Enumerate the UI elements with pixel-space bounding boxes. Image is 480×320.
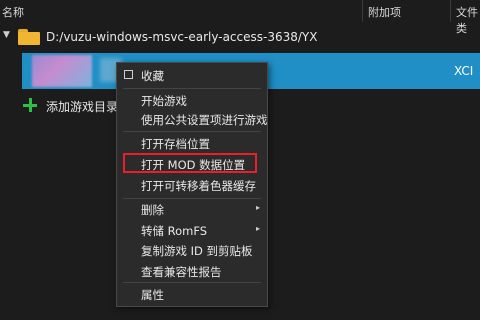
game-folder-row[interactable]: ▼ D:/vuzu-windows-msvc-early-access-3638… (0, 27, 480, 49)
menu-separator (123, 131, 261, 132)
menu-item-compatibility-report[interactable]: 查看兼容性报告 (117, 261, 267, 281)
menu-item-open-save-location[interactable]: 打开存档位置 (117, 133, 267, 153)
context-menu: 收藏 开始游戏 使用公共设置项进行游戏 打开存档位置 打开 MOD 数据位置 打… (116, 62, 268, 307)
folder-path: D:/vuzu-windows-msvc-early-access-3638/Y… (46, 30, 318, 44)
favorite-checkbox[interactable] (124, 70, 133, 79)
chevron-down-icon[interactable]: ▼ (3, 30, 10, 40)
column-divider[interactable] (362, 0, 363, 22)
menu-item-remove[interactable]: 删除 ▸ (117, 199, 267, 219)
menu-item-label: 开始游戏 (141, 94, 187, 108)
menu-separator (123, 88, 261, 89)
menu-item-label: 复制游戏 ID 到剪贴板 (141, 244, 253, 258)
menu-item-copy-title-id[interactable]: 复制游戏 ID 到剪贴板 (117, 240, 267, 260)
menu-item-label: 使用公共设置项进行游戏 (141, 113, 268, 127)
menu-item-label: 收藏 (141, 69, 164, 83)
column-divider[interactable] (450, 0, 451, 22)
menu-item-label: 打开存档位置 (141, 137, 210, 151)
add-game-directory-label: 添加游戏目录 (46, 100, 119, 114)
column-name-header[interactable]: 名称 (2, 4, 24, 20)
plus-icon (23, 98, 37, 112)
menu-item-label: 打开可转移着色器缓存 (141, 179, 256, 193)
menu-item-label: 属性 (141, 288, 164, 302)
game-thumbnail (32, 55, 92, 87)
menu-item-start-game[interactable]: 开始游戏 (117, 90, 267, 110)
column-addon-header[interactable]: 附加项 (368, 4, 401, 20)
menu-item-label: 删除 (141, 203, 164, 217)
menu-separator (123, 282, 261, 283)
menu-item-start-global-config[interactable]: 使用公共设置项进行游戏 (117, 109, 268, 129)
column-header: 名称 附加项 文件类 (0, 0, 480, 35)
file-type-label: XCI (454, 64, 474, 78)
chevron-right-icon: ▸ (256, 224, 261, 233)
menu-item-open-shader-cache[interactable]: 打开可转移着色器缓存 (117, 175, 267, 195)
folder-icon (18, 29, 40, 45)
chevron-right-icon: ▸ (256, 203, 261, 212)
highlight-box (123, 153, 257, 173)
menu-item-label: 查看兼容性报告 (141, 265, 222, 279)
menu-item-favorite[interactable]: 收藏 (117, 65, 267, 85)
menu-item-dump-romfs[interactable]: 转储 RomFS ▸ (117, 220, 267, 240)
menu-item-label: 转储 RomFS (141, 224, 208, 238)
menu-item-properties[interactable]: 属性 (117, 284, 267, 304)
